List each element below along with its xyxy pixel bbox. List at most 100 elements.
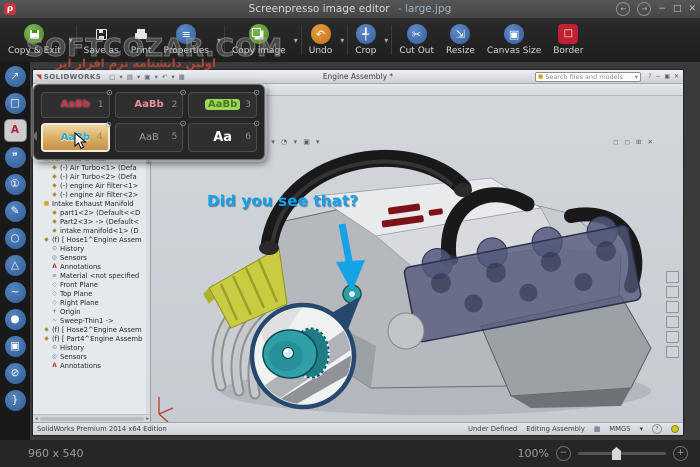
tree-item: ◆ (f) [ Part4^Engine Assemb <box>43 334 150 343</box>
text-tool[interactable]: A <box>5 120 26 141</box>
chevron-down-icon: ▾ <box>640 425 643 433</box>
ellipse-tool[interactable]: ○ <box>5 228 26 249</box>
forward-button[interactable]: → <box>637 2 651 16</box>
zoom-out-button[interactable]: − <box>556 446 571 461</box>
crop-button[interactable]: ╃ Crop <box>349 20 382 60</box>
print-button[interactable]: Print <box>125 20 158 60</box>
maximize-button[interactable]: □ <box>673 5 682 14</box>
cut-out-button[interactable]: ✂ Cut Out <box>393 20 440 60</box>
style-tile-3[interactable]: AaBb 3 ⊙ <box>188 92 257 118</box>
annotations-icon: A <box>51 363 58 369</box>
sw-task-pane-tabs <box>666 271 681 358</box>
sw-window-icons: ? − ▣ ✕ <box>648 73 680 80</box>
sw-title-bar: ◥ SOLIDWORKS □ ▾ ▤ ▾ ▣ ▾ ↶ ▾ ▦ Engine As… <box>33 70 683 84</box>
printer-icon <box>131 24 151 44</box>
zoom-in-button[interactable]: + <box>673 446 688 461</box>
image-tool[interactable]: ▣ <box>5 336 26 357</box>
title-bar: ρ Screenpresso image editor - large.jpg … <box>0 0 700 18</box>
grid-icon: ▦ <box>594 425 600 433</box>
chevron-down-icon[interactable]: ▾ <box>292 36 300 45</box>
toolbar-separator <box>391 25 392 55</box>
number-tool[interactable]: ① <box>5 174 26 195</box>
style-tile-5[interactable]: AaB 5 ⊙ <box>115 123 184 153</box>
history-icon: ⊙ <box>51 246 58 252</box>
style-tile-1[interactable]: AaBb 1 ⊙ <box>41 92 110 118</box>
tree-item: ◆ intake manifold<1> (D <box>51 226 150 235</box>
brace-tool[interactable]: } <box>5 390 26 411</box>
chevron-down-icon: ▾ <box>635 73 638 81</box>
tree-item: ~ Sweep-Thin1 -> <box>51 316 150 325</box>
tree-item: A Annotations <box>51 262 150 271</box>
screenpresso-window: ρ Screenpresso image editor - large.jpg … <box>0 0 700 467</box>
drawing-tools-sidebar: ↗ □ A ❞ ① ✎ ○ <box>0 62 30 440</box>
magnifier-tool[interactable]: ⊘ <box>5 363 26 384</box>
minimize-button[interactable]: − <box>658 5 666 14</box>
properties-button[interactable]: ≡ Properties <box>158 20 215 60</box>
sw-status-bar: SolidWorks Premium 2014 x64 Edition Unde… <box>33 422 683 435</box>
history-icon: ⊙ <box>51 345 58 351</box>
resize-icon: ⇲ <box>450 24 470 44</box>
plane-icon: ◇ <box>51 282 58 288</box>
arrow-tool[interactable]: ↗ <box>5 66 26 87</box>
border-icon: □ <box>558 24 578 44</box>
chevron-down-icon[interactable]: ▾ <box>338 36 346 45</box>
copy-exit-icon <box>24 24 44 44</box>
editor-canvas[interactable]: ◥ SOLIDWORKS □ ▾ ▤ ▾ ▣ ▾ ↶ ▾ ▦ Engine As… <box>30 62 700 440</box>
gear-icon[interactable]: ⊙ <box>180 119 187 128</box>
zoom-slider[interactable] <box>578 452 666 455</box>
toolbar-separator <box>76 25 77 55</box>
save-as-button[interactable]: Save as <box>78 20 125 60</box>
tree-item: ⊙ History <box>51 343 150 352</box>
copy-image-button[interactable]: Copy image <box>226 20 292 60</box>
part-icon: ◆ <box>51 165 58 171</box>
chevron-down-icon[interactable]: ▾ <box>215 36 223 45</box>
polygon-tool[interactable]: △ <box>5 255 26 276</box>
gear-icon[interactable]: ⊙ <box>106 88 113 97</box>
resize-button[interactable]: ⇲ Resize <box>440 20 481 60</box>
close-button[interactable]: ✕ <box>688 5 696 14</box>
sweep-icon: ~ <box>51 318 58 324</box>
part-icon: ◆ <box>43 327 50 333</box>
gear-icon[interactable]: ⊙ <box>105 120 112 129</box>
tree-item: ◇ Right Plane <box>51 298 150 307</box>
window-title: Screenpresso image editor - large.jpg <box>0 3 700 15</box>
gear-icon[interactable]: ⊙ <box>180 88 187 97</box>
freehand-tool[interactable]: ~ <box>5 282 26 303</box>
toolbar-separator <box>224 25 225 55</box>
status-dot-icon <box>671 425 679 433</box>
part-icon: ◆ <box>51 210 58 216</box>
tree-item: ⊙ History <box>51 244 150 253</box>
gear-icon[interactable]: ⊙ <box>253 119 260 128</box>
tree-item: ◆ Part2<3> -> (Default< <box>51 217 150 226</box>
back-button[interactable]: ← <box>616 2 630 16</box>
image-dimensions: 960 x 540 <box>28 447 84 460</box>
text-bubble-tool[interactable]: ❞ <box>5 147 26 168</box>
undo-button[interactable]: ↶ Undo <box>303 20 339 60</box>
style-tile-2[interactable]: AaBb 2 ⊙ <box>115 92 184 118</box>
help-icon: ? <box>652 424 662 434</box>
canvas-size-button[interactable]: ▣ Canvas Size <box>481 20 547 60</box>
undo-icon: ↶ <box>311 24 331 44</box>
text-annotation[interactable]: Did you see that? <box>207 192 358 210</box>
blur-tool[interactable]: ● <box>5 309 26 330</box>
chevron-down-icon[interactable]: ▾ <box>382 36 390 45</box>
scroll-right-icon: ▸ <box>146 416 149 422</box>
tree-item: ≡ Material <not specified <box>51 271 150 280</box>
copy-exit-button[interactable]: Copy & Exit <box>2 20 67 60</box>
sensors-icon: ◎ <box>51 255 58 261</box>
highlighter-tool[interactable]: ✎ <box>5 201 26 222</box>
tree-item: ◆ part1<2> (Default<<D <box>51 208 150 217</box>
border-button[interactable]: □ Border <box>547 20 589 60</box>
plane-icon: ◇ <box>51 291 58 297</box>
gear-icon[interactable]: ⊙ <box>253 88 260 97</box>
sw-corner-icons: ◻ ◻ ⊞ ✕ <box>613 138 655 146</box>
tree-item: ◆ (-) engine Air filter<1> <box>51 181 150 190</box>
style-tile-6[interactable]: Aa 6 ⊙ <box>188 123 257 153</box>
chevron-down-icon[interactable]: ▾ <box>67 36 75 45</box>
part-icon: ◆ <box>51 183 58 189</box>
tree-item: ◎ Sensors <box>51 253 150 262</box>
save-icon <box>91 24 111 44</box>
zoom-slider-thumb[interactable] <box>612 447 621 460</box>
rectangle-tool[interactable]: □ <box>5 93 26 114</box>
sensors-icon: ◎ <box>51 354 58 360</box>
